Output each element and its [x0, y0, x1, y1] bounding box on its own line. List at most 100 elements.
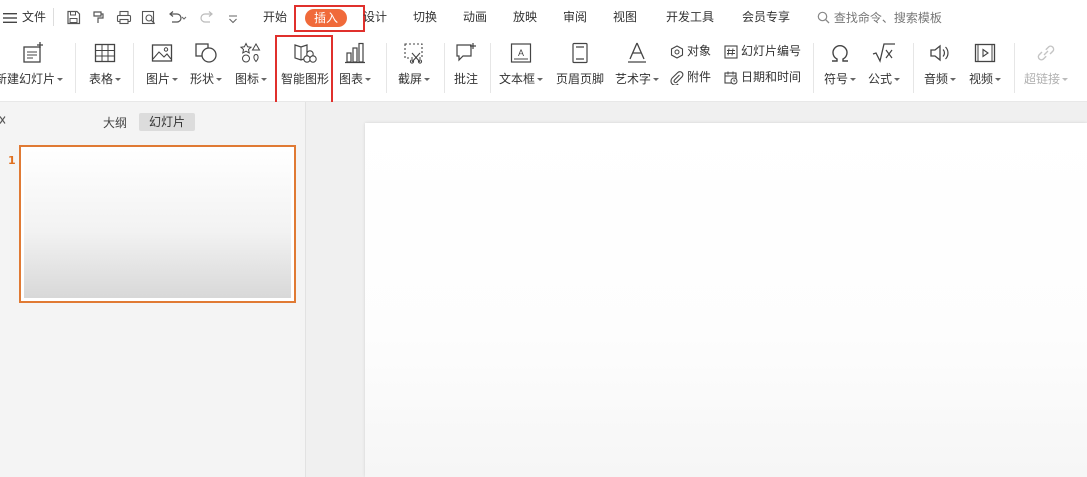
- save-icon[interactable]: [66, 10, 81, 28]
- symbol-label: 符号: [823, 72, 848, 86]
- slide-number-button[interactable]: 幻灯片编号: [724, 41, 801, 61]
- video-icon: [974, 43, 996, 63]
- textbox-icon: A: [510, 43, 532, 63]
- slide-navigation-panel: 大纲 幻灯片 1: [0, 102, 306, 477]
- hyperlink-label: 超链接: [1023, 72, 1060, 86]
- icon-library-label: 图标: [234, 72, 259, 86]
- ribbon-divider: [813, 43, 814, 93]
- formula-button[interactable]: 公式: [864, 41, 904, 87]
- shape-label: 形状: [189, 72, 214, 86]
- screenshot-label: 截屏: [397, 72, 422, 86]
- screenshot-icon: [404, 43, 423, 64]
- slide-number-icon: [724, 44, 738, 59]
- wordart-icon: [628, 42, 646, 63]
- icon-library-button[interactable]: 图标: [230, 41, 272, 87]
- tab-view[interactable]: 视图: [613, 0, 637, 35]
- smart-graphic-icon: [294, 44, 317, 63]
- tab-developer-tools[interactable]: 开发工具: [666, 0, 714, 35]
- close-panel-icon[interactable]: [0, 114, 6, 129]
- menu-divider: [53, 8, 54, 26]
- header-footer-icon: [572, 42, 588, 64]
- video-button[interactable]: 视频: [964, 41, 1006, 87]
- ribbon-divider: [75, 43, 76, 93]
- attachment-button[interactable]: 附件: [670, 67, 711, 87]
- tab-outline[interactable]: 大纲: [103, 114, 127, 131]
- chart-label: 图表: [338, 72, 363, 86]
- omega-symbol-icon: [832, 44, 848, 62]
- new-slide-button[interactable]: 新建幻灯片: [0, 41, 66, 87]
- tab-member-exclusive[interactable]: 会员专享: [742, 0, 790, 35]
- search-placeholder: 查找命令、搜索模板: [833, 11, 942, 25]
- hamburger-menu-icon[interactable]: [3, 12, 17, 27]
- tab-slideshow[interactable]: 放映: [513, 0, 537, 35]
- formula-label: 公式: [867, 72, 892, 86]
- slide-number: 1: [8, 154, 16, 167]
- symbol-button[interactable]: 符号: [820, 41, 860, 87]
- header-footer-button[interactable]: 页眉页脚: [554, 41, 606, 87]
- screenshot-button[interactable]: 截屏: [394, 41, 434, 87]
- print-icon[interactable]: [116, 10, 132, 28]
- chart-button[interactable]: 图表: [336, 41, 374, 87]
- shape-icon: [195, 43, 217, 63]
- slide-canvas[interactable]: [365, 123, 1087, 477]
- slide-thumbnail[interactable]: [19, 145, 296, 303]
- ribbon-divider: [913, 43, 914, 93]
- new-slide-label: 新建幻灯片: [0, 72, 55, 86]
- ribbon-divider: [1014, 43, 1015, 93]
- wordart-label: 艺术字: [614, 72, 651, 86]
- hyperlink-button[interactable]: 超链接: [1021, 41, 1071, 87]
- table-icon: [94, 43, 116, 63]
- chain-link-icon: [1037, 45, 1055, 61]
- tab-transitions[interactable]: 切换: [413, 0, 437, 35]
- ribbon-divider: [386, 43, 387, 93]
- object-button[interactable]: 对象: [670, 41, 711, 61]
- header-footer-label: 页眉页脚: [555, 72, 604, 86]
- search-icon: [817, 11, 830, 24]
- picture-button[interactable]: 图片: [141, 41, 183, 87]
- textbox-button[interactable]: A 文本框: [498, 41, 544, 87]
- file-menu[interactable]: 文件: [22, 0, 46, 35]
- calendar-clock-icon: [724, 71, 738, 84]
- undo-icon[interactable]: [167, 11, 187, 27]
- textbox-label: 文本框: [498, 72, 535, 86]
- format-painter-icon[interactable]: [91, 10, 106, 28]
- slide-editing-area: [306, 102, 1087, 477]
- tab-home[interactable]: 开始: [263, 0, 287, 35]
- formula-icon: [872, 43, 895, 63]
- comment-icon: [456, 43, 476, 62]
- quick-access-dropdown-icon[interactable]: [228, 13, 238, 27]
- bar-chart-icon: [345, 42, 365, 64]
- shape-button[interactable]: 形状: [185, 41, 227, 87]
- date-time-button[interactable]: 日期和时间: [724, 67, 801, 87]
- object-icon: [670, 44, 684, 59]
- wordart-button[interactable]: 艺术字: [613, 41, 661, 87]
- smart-graphic-label: 智能图形: [280, 72, 329, 86]
- object-label: 对象: [687, 44, 712, 58]
- tab-review[interactable]: 审阅: [563, 0, 587, 35]
- table-button[interactable]: 表格: [84, 41, 126, 87]
- ribbon-divider: [490, 43, 491, 93]
- smart-graphic-button[interactable]: 智能图形: [279, 41, 331, 87]
- tab-insert[interactable]: 插入: [305, 9, 347, 27]
- attachment-label: 附件: [687, 70, 712, 84]
- icon-library-icon: [239, 42, 261, 63]
- table-label: 表格: [88, 72, 113, 86]
- picture-icon: [151, 44, 173, 62]
- command-search[interactable]: 查找命令、搜索模板: [817, 9, 942, 27]
- tab-design[interactable]: 设计: [363, 0, 387, 35]
- audio-button[interactable]: 音频: [920, 41, 960, 87]
- comment-button[interactable]: 批注: [448, 41, 484, 87]
- insert-ribbon: 新建幻灯片 表格 图片 形状 图标 智能图形 图表 截屏 批注 A 文本框 页眉…: [0, 35, 1087, 105]
- ribbon-divider: [444, 43, 445, 93]
- picture-label: 图片: [145, 72, 170, 86]
- audio-label: 音频: [923, 72, 948, 86]
- comment-label: 批注: [453, 72, 478, 86]
- tab-slides[interactable]: 幻灯片: [139, 113, 195, 131]
- new-slide-icon: [23, 42, 43, 63]
- print-preview-icon[interactable]: [141, 10, 157, 28]
- date-time-label: 日期和时间: [741, 70, 802, 84]
- menu-bar: 文件 开始 插入 设计 切换 动画 放映 审阅 视图 开发工具 会员专享 查找命…: [0, 0, 1087, 35]
- redo-icon[interactable]: [200, 11, 215, 27]
- svg-text:A: A: [518, 48, 524, 58]
- tab-animations[interactable]: 动画: [463, 0, 487, 35]
